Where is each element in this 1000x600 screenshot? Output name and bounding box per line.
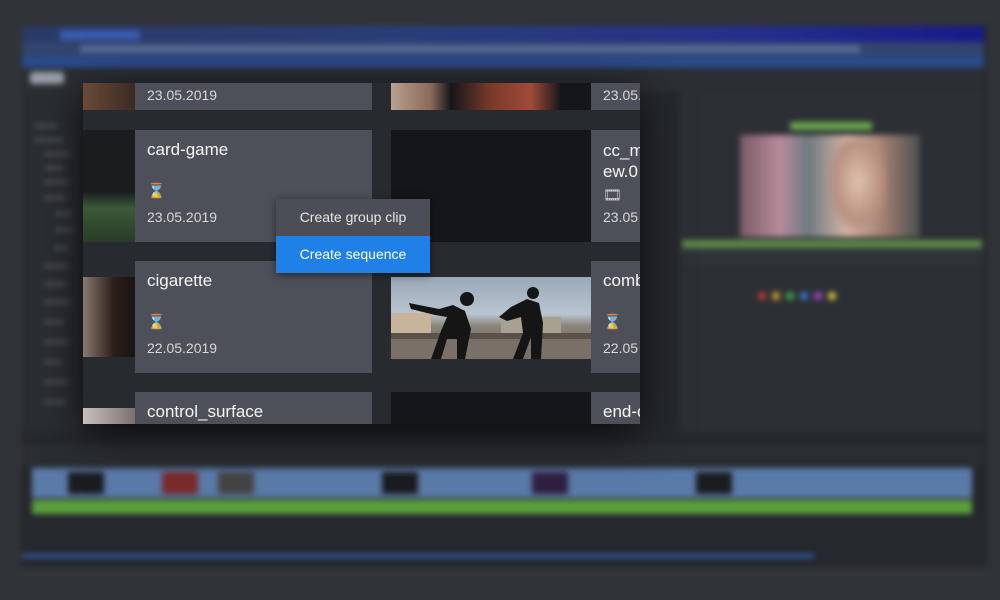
clip-tile[interactable]: 23.05.2019	[83, 83, 372, 110]
timeline-audio-track[interactable]	[32, 500, 972, 514]
sidebar-item[interactable]	[44, 264, 68, 268]
sidebar-item[interactable]	[44, 166, 64, 170]
clip-thumbnail	[83, 408, 135, 424]
clip-meta: cc_m ew.0 🎞 23.05	[591, 130, 640, 242]
clip-date: 23.05.2019	[147, 209, 218, 225]
address-bar[interactable]	[80, 45, 860, 53]
fight-scene-thumbnail	[391, 287, 591, 359]
hourglass-icon: ⌛	[603, 314, 622, 331]
sidebar-item[interactable]	[44, 360, 62, 364]
clip-meta: 23.05.2019	[591, 83, 640, 110]
clip-thumbnail	[391, 392, 591, 424]
film-icon: 🎞	[603, 187, 623, 204]
clip-date: 23.05.2019	[147, 87, 218, 103]
clip-thumbnail	[391, 277, 591, 359]
clip-thumbnail	[83, 83, 135, 110]
sidebar-item[interactable]	[44, 400, 66, 404]
sidebar-item[interactable]	[54, 228, 74, 232]
viewer-status-badge	[790, 122, 872, 130]
hourglass-icon: ⌛	[147, 183, 166, 200]
clip-meta: cigarette ⌛ 22.05.2019	[135, 261, 372, 373]
clip-tile[interactable]	[391, 83, 591, 110]
clip-date: 22.05	[603, 340, 639, 356]
clip-meta: end-c	[591, 392, 640, 424]
upload-progress-bar	[22, 554, 814, 558]
clip-tile-fight-scene[interactable]	[391, 261, 591, 373]
clip-thumbnail	[83, 277, 135, 357]
color-label-red-icon[interactable]	[758, 292, 766, 300]
color-label-purple-icon[interactable]	[814, 292, 822, 300]
color-label-green-icon[interactable]	[786, 292, 794, 300]
clip-tile[interactable]: 23.05.2019	[591, 83, 640, 110]
clip-tile-comb[interactable]: comb ⌛ 22.05	[591, 261, 640, 373]
browser-tab[interactable]	[60, 30, 140, 40]
context-menu: Create group clip Create sequence	[276, 199, 430, 273]
sidebar-item[interactable]	[44, 196, 66, 200]
clip-title: cigarette	[147, 271, 213, 290]
clip-tile-end[interactable]: end-c	[591, 392, 640, 424]
color-label-yellow-icon[interactable]	[828, 292, 836, 300]
sidebar-item[interactable]	[44, 300, 70, 304]
viewer-scrub-bar[interactable]	[682, 240, 982, 248]
sidebar-item[interactable]	[44, 282, 66, 286]
sidebar-item[interactable]	[44, 152, 70, 156]
clip-meta: 23.05.2019	[135, 83, 372, 110]
browser-tab-bar	[22, 26, 984, 42]
clip-date: 22.05.2019	[147, 340, 218, 356]
sidebar-item[interactable]	[54, 246, 70, 250]
color-label-blue-icon[interactable]	[800, 292, 808, 300]
clip-title: card-game	[147, 140, 229, 159]
bookmarks-bar	[22, 56, 984, 68]
timeline-clip-thumbnail	[696, 472, 732, 494]
sidebar-item[interactable]	[54, 212, 72, 216]
clip-meta: comb ⌛ 22.05	[591, 261, 640, 373]
timeline-clip-thumbnail	[532, 472, 568, 494]
clip-title: end-c	[603, 402, 640, 421]
clip-tile-cc[interactable]: cc_m ew.0 🎞 23.05	[591, 130, 640, 242]
clip-meta: control_surface	[135, 392, 372, 424]
clip-date: 23.05.2019	[603, 87, 640, 103]
clip-thumbnail	[83, 130, 135, 242]
sidebar-item[interactable]	[44, 340, 68, 344]
timeline-clip-thumbnail	[162, 472, 198, 494]
timeline-clip-thumbnail	[68, 472, 104, 494]
sidebar-item[interactable]	[34, 138, 64, 142]
clip-title: cc_m ew.0	[603, 141, 640, 181]
clip-tile-control-surface[interactable]: control_surface	[83, 392, 372, 424]
app-logo	[30, 72, 64, 84]
viewer-video-subject	[828, 140, 888, 232]
clip-tile-cigarette[interactable]: cigarette ⌛ 22.05.2019	[83, 261, 372, 373]
sidebar-item[interactable]	[44, 380, 68, 384]
clip-tile[interactable]	[391, 392, 591, 424]
viewer-timecode-ruler	[682, 250, 982, 265]
sidebar-item[interactable]	[34, 124, 58, 128]
clip-title: comb	[603, 271, 640, 290]
color-label-orange-icon[interactable]	[772, 292, 780, 300]
sidebar-item[interactable]	[44, 320, 64, 324]
create-sequence-menu-item[interactable]: Create sequence	[276, 236, 430, 273]
create-group-clip-menu-item[interactable]: Create group clip	[276, 199, 430, 236]
hourglass-icon: ⌛	[147, 314, 166, 331]
timeline-toolbar	[22, 444, 984, 466]
clip-title: control_surface	[147, 402, 264, 421]
timeline-clip-thumbnail	[382, 472, 418, 494]
timeline-clip-thumbnail	[218, 472, 254, 494]
clip-thumbnail	[391, 83, 591, 110]
clip-date: 23.05	[603, 209, 639, 225]
sidebar-item[interactable]	[44, 180, 68, 184]
